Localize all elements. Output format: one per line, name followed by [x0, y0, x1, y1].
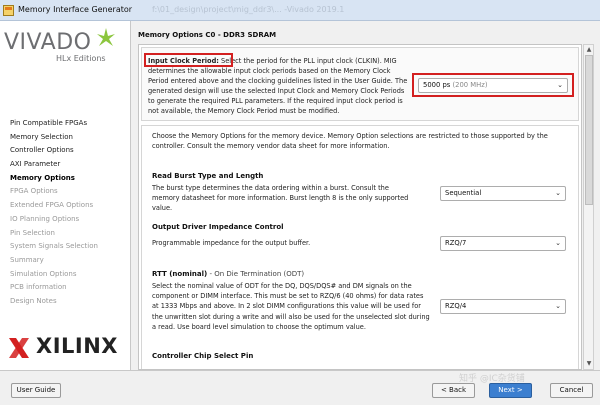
rtt-heading-sub: - On Die Termination (ODT) [207, 270, 305, 278]
vertical-scrollbar[interactable]: ▲ ▼ [583, 44, 594, 370]
hlx-editions-text: HLx Editions [56, 54, 106, 63]
vivado-logo-text: VIVADO [4, 30, 92, 55]
rtt-description: Select the nominal value of ODT for the … [152, 282, 430, 331]
sidebar: VIVADO HLx Editions Pin Compatible FPGAs… [0, 21, 131, 370]
page-title: Memory Options C0 - DDR3 SDRAM [138, 31, 277, 39]
memory-options-section: Choose the Memory Options for the memory… [141, 125, 579, 369]
sidebar-step-pcb-information: PCB information [10, 283, 67, 292]
rtt-value: RZQ/4 [445, 302, 467, 310]
burst-description: The burst type determines the data order… [152, 184, 409, 213]
sidebar-step-system-signals-selection: System Signals Selection [10, 242, 98, 251]
sidebar-step-memory-options[interactable]: Memory Options [10, 172, 98, 186]
chevron-down-icon: ⌄ [555, 302, 561, 310]
chip-select-heading: Controller Chip Select Pin [152, 352, 254, 360]
app-icon [3, 5, 14, 16]
odi-description: Programmable impedance for the output bu… [152, 239, 311, 247]
sidebar-step-pin-selection: Pin Selection [10, 228, 55, 237]
title-bar: Memory Interface Generator f:\01_design\… [0, 0, 600, 21]
memory-options-intro: Choose the Memory Options for the memory… [152, 132, 548, 151]
sidebar-step-simulation-options: Simulation Options [10, 269, 77, 278]
input-clock-section: Input Clock Period: Select the period fo… [141, 47, 579, 121]
scrollbar-thumb[interactable] [585, 55, 593, 205]
xilinx-logo: XILINX [8, 334, 117, 359]
rtt-heading-main: RTT (nominal) [152, 270, 208, 278]
sidebar-step-io-planning-options: IO Planning Options [10, 214, 80, 223]
sidebar-step-controller-options[interactable]: Controller Options [10, 144, 98, 158]
options-panel: Input Clock Period: Select the period fo… [138, 44, 582, 370]
xilinx-x-icon [9, 338, 29, 358]
burst-heading: Read Burst Type and Length [152, 172, 264, 180]
wizard-steps: Pin Compatible FPGAs Memory Selection Cont… [10, 117, 98, 309]
window-title: Memory Interface Generator [18, 5, 133, 14]
odi-heading: Output Driver Impedance Control [152, 223, 284, 231]
sidebar-step-memory-selection[interactable]: Memory Selection [10, 131, 98, 145]
vivado-leaf-icon [97, 28, 115, 46]
chevron-down-icon: ⌄ [555, 239, 561, 247]
highlight-input-clock-label [144, 53, 233, 67]
sidebar-step-summary: Summary [10, 255, 44, 264]
sidebar-step-design-notes: Design Notes [10, 296, 57, 305]
cancel-button[interactable]: Cancel [550, 383, 593, 398]
xilinx-logo-text: XILINX [36, 334, 118, 358]
rtt-select[interactable]: RZQ/4 ⌄ [440, 299, 566, 314]
highlight-input-clock-select [412, 73, 574, 97]
rtt-heading: RTT (nominal) - On Die Termination (ODT) [152, 270, 304, 278]
burst-type-select[interactable]: Sequential ⌄ [440, 186, 566, 201]
next-button[interactable]: Next > [489, 383, 532, 398]
main-content: Memory Options C0 - DDR3 SDRAM Input Clo… [132, 21, 600, 370]
scroll-up-icon[interactable]: ▲ [585, 46, 593, 54]
watermark-text: 知乎 @IC杂货铺 [459, 374, 525, 384]
sidebar-step-pin-compatible-fpgas[interactable]: Pin Compatible FPGAs [10, 117, 98, 131]
back-button[interactable]: < Back [432, 383, 475, 398]
user-guide-button[interactable]: User Guide [11, 383, 61, 398]
sidebar-step-extended-fpga-options: Extended FPGA Options [10, 201, 94, 210]
chevron-down-icon: ⌄ [555, 189, 561, 197]
burst-type-value: Sequential [445, 189, 482, 197]
sidebar-step-axi-parameter[interactable]: AXI Parameter [10, 158, 98, 172]
window-path: f:\01_design\project\mig_ddr3\... -Vivad… [152, 5, 345, 14]
scroll-down-icon[interactable]: ▼ [585, 360, 593, 368]
odi-value: RZQ/7 [445, 239, 467, 247]
sidebar-step-fpga-options: FPGA Options [10, 187, 58, 196]
odi-select[interactable]: RZQ/7 ⌄ [440, 236, 566, 251]
